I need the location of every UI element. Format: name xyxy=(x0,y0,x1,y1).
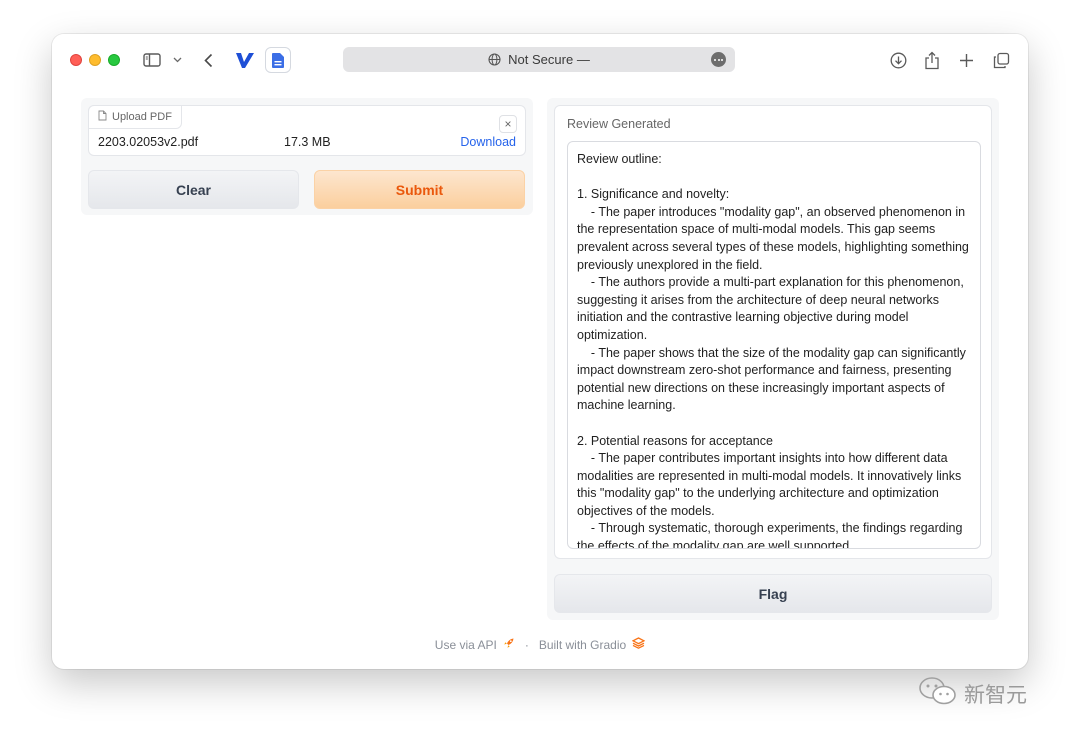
maximize-window-button[interactable] xyxy=(108,54,120,66)
gradio-logo-icon xyxy=(631,637,646,652)
download-icon[interactable] xyxy=(888,48,908,72)
browser-toolbar: Not Secure — xyxy=(52,34,1028,86)
address-text: Not Secure — xyxy=(508,52,590,67)
chevron-down-icon[interactable] xyxy=(171,48,183,72)
clear-button[interactable]: Clear xyxy=(88,170,299,209)
input-panel: Upload PDF × 2203.02053v2.pdf 17.3 MB Do… xyxy=(81,98,533,215)
remove-file-button[interactable]: × xyxy=(499,115,517,133)
upload-label: Upload PDF xyxy=(88,105,182,129)
file-size: 17.3 MB xyxy=(284,135,331,149)
review-output-block: Review Generated Review outline: 1. Sign… xyxy=(554,105,992,559)
upload-label-text: Upload PDF xyxy=(112,111,172,123)
pdf-upload-box[interactable]: Upload PDF × 2203.02053v2.pdf 17.3 MB Do… xyxy=(88,105,526,156)
address-bar[interactable]: Not Secure — xyxy=(343,47,735,72)
flag-button[interactable]: Flag xyxy=(554,574,992,613)
document-extension-icon[interactable] xyxy=(265,47,291,73)
submit-button[interactable]: Submit xyxy=(314,170,525,209)
review-label: Review Generated xyxy=(567,117,671,131)
watermark-text: 新智元 xyxy=(964,682,1027,707)
more-options-icon[interactable] xyxy=(711,52,726,67)
use-via-api-link[interactable]: Use via API xyxy=(435,638,497,652)
browser-window: Not Secure — Upload PDF × 2203.02053v2.p… xyxy=(52,34,1028,669)
built-with-gradio-link[interactable]: Built with Gradio xyxy=(539,638,626,652)
share-icon[interactable] xyxy=(922,48,942,72)
footer-separator: · xyxy=(524,637,529,652)
file-icon xyxy=(98,110,107,124)
new-tab-plus-icon[interactable] xyxy=(956,48,976,72)
review-textarea[interactable]: Review outline: 1. Significance and nove… xyxy=(567,141,981,549)
download-link[interactable]: Download xyxy=(460,135,516,149)
file-name: 2203.02053v2.pdf xyxy=(98,135,199,149)
rocket-icon xyxy=(503,637,515,652)
watermark: 新智元 xyxy=(918,676,1027,711)
tab-overview-icon[interactable] xyxy=(991,48,1011,72)
extension-v-icon[interactable] xyxy=(234,48,256,72)
footer: Use via API · Built with Gradio xyxy=(52,637,1028,652)
sidebar-icon[interactable] xyxy=(142,48,162,72)
minimize-window-button[interactable] xyxy=(89,54,101,66)
back-arrow-icon[interactable] xyxy=(201,48,215,72)
close-window-button[interactable] xyxy=(70,54,82,66)
output-panel: Review Generated Review outline: 1. Sign… xyxy=(547,98,999,620)
globe-icon xyxy=(488,53,501,66)
wechat-icon xyxy=(918,676,958,711)
